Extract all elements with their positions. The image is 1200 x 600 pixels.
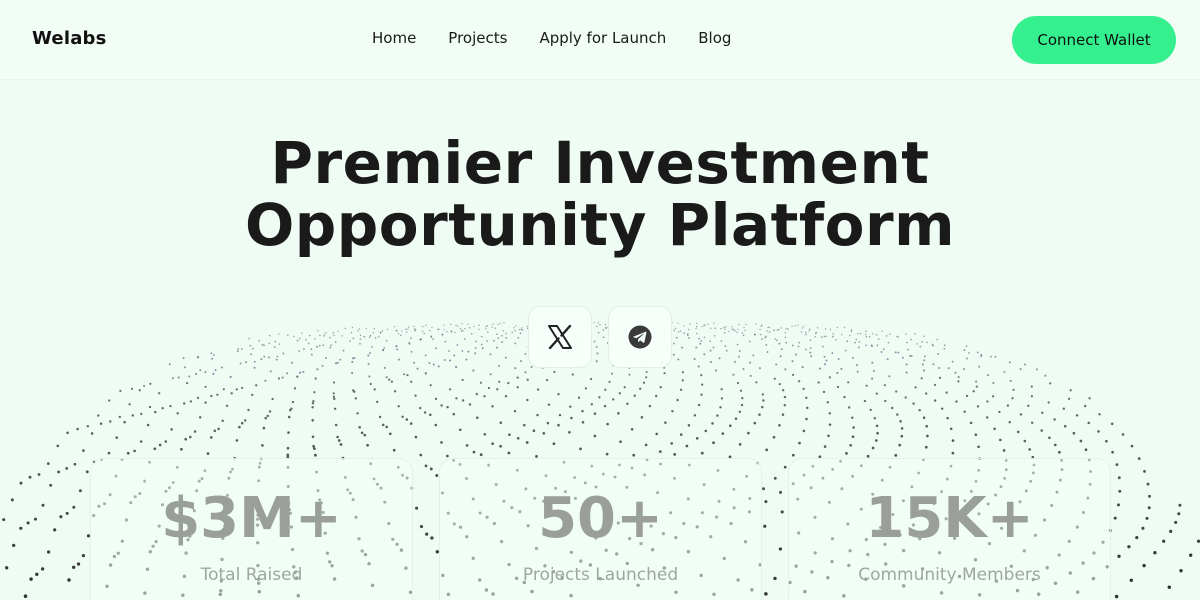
nav-home[interactable]: Home: [372, 29, 416, 47]
main-nav: Home Projects Apply for Launch Blog: [372, 29, 731, 47]
stat-label: Community Members: [858, 565, 1041, 585]
stat-value: 50+: [538, 486, 663, 551]
stat-card-community-members: 15K+ Community Members: [788, 458, 1111, 600]
connect-wallet-button[interactable]: Connect Wallet: [1012, 16, 1176, 64]
hero-title-line-1: Premier Investment: [270, 129, 930, 197]
hero-title-line-2: Opportunity Platform: [244, 191, 956, 259]
telegram-icon: [628, 325, 652, 349]
logo[interactable]: Welabs: [32, 28, 107, 49]
nav-apply-for-launch[interactable]: Apply for Launch: [539, 29, 666, 47]
stat-card-projects-launched: 50+ Projects Launched: [439, 458, 762, 600]
x-twitter-icon: [548, 325, 572, 349]
social-links: [528, 306, 672, 368]
site-header: Welabs Home Projects Apply for Launch Bl…: [0, 0, 1200, 80]
nav-projects[interactable]: Projects: [448, 29, 507, 47]
stat-value: 15K+: [865, 486, 1034, 551]
telegram-button[interactable]: [608, 306, 672, 368]
hero-title: Premier Investment Opportunity Platform: [0, 132, 1200, 256]
stats-row: $3M+ Total Raised 50+ Projects Launched …: [90, 458, 1111, 600]
stat-value: $3M+: [161, 486, 342, 551]
stat-card-total-raised: $3M+ Total Raised: [90, 458, 413, 600]
x-twitter-button[interactable]: [528, 306, 592, 368]
nav-blog[interactable]: Blog: [698, 29, 731, 47]
stat-label: Total Raised: [200, 565, 303, 585]
stat-label: Projects Launched: [522, 565, 679, 585]
